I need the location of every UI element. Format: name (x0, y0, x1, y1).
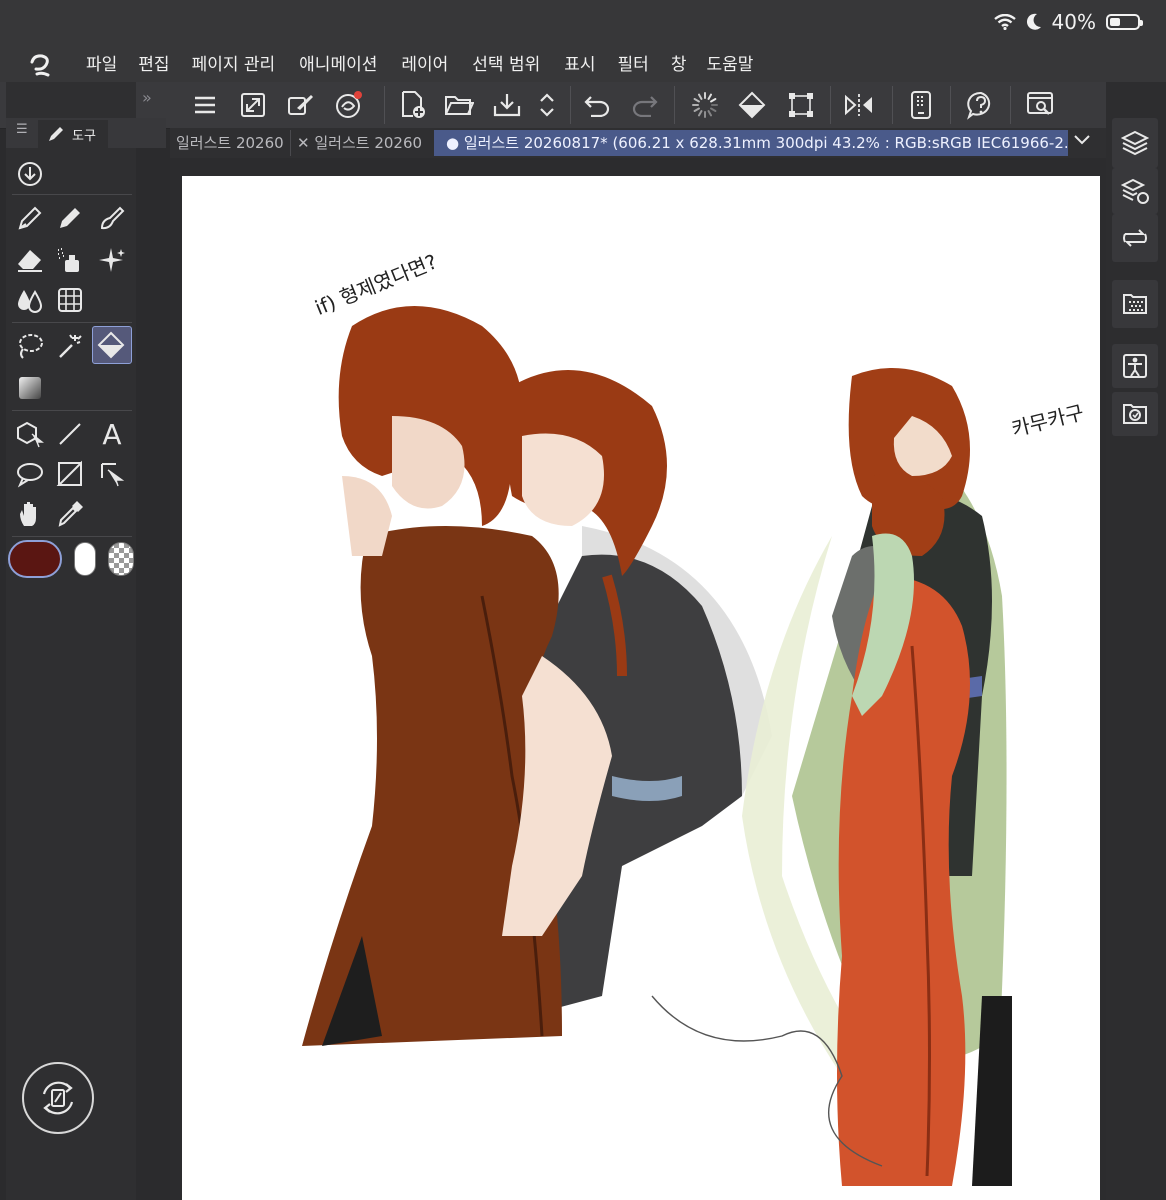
text-tool-icon[interactable]: A (94, 416, 130, 452)
save-icon[interactable] (490, 88, 524, 122)
line-tool-icon[interactable] (52, 416, 88, 452)
lasso-tool-icon[interactable] (12, 328, 48, 364)
menu-window[interactable]: 창 (671, 52, 707, 78)
tab-list-chevron-icon[interactable] (1072, 132, 1092, 151)
object-tool-icon[interactable] (12, 416, 48, 452)
menu-selection[interactable]: 선택 범위 (472, 52, 564, 78)
decoration-tool-icon[interactable] (94, 242, 130, 278)
gradient-tool-icon[interactable] (12, 370, 48, 406)
tool-tab-label: 도구 (72, 128, 96, 144)
panel-menu-icon[interactable]: ☰ (16, 122, 28, 137)
panel-divider (12, 322, 132, 323)
menu-view[interactable]: 표시 (564, 52, 617, 78)
transparent-color-swatch[interactable] (108, 542, 134, 576)
import-icon[interactable] (1112, 392, 1158, 436)
rotate-screen-button[interactable] (22, 1062, 94, 1134)
tab-label: 일러스트 20260817* (606.21 x 628.31mm 300dpi… (463, 134, 1068, 152)
drawing-canvas[interactable]: if) 형제였다면? 카무카구 (182, 176, 1100, 1200)
menu-file[interactable]: 파일 (86, 52, 138, 78)
blend-tool-icon[interactable] (12, 282, 48, 318)
figure-icon[interactable] (1112, 344, 1158, 388)
toolbar-divider (1010, 86, 1011, 124)
brush-settings-icon[interactable] (284, 88, 318, 122)
rotate-screen-icon (42, 1081, 74, 1115)
illustration (302, 306, 1012, 1186)
fill-icon[interactable] (736, 88, 770, 122)
tab-document-active[interactable]: ● 일러스트 20260817* (606.21 x 628.31mm 300d… (434, 130, 1068, 156)
tab-label: 일러스트 20260 (176, 134, 284, 152)
pencil-tool-icon[interactable] (52, 200, 88, 236)
eraser-tool-icon[interactable] (12, 242, 48, 278)
help-icon[interactable] (964, 88, 998, 122)
toolbar-divider (384, 86, 385, 124)
toolbar-divider (892, 86, 893, 124)
toolbar-divider (830, 86, 831, 124)
modified-dot-icon: ● (446, 134, 464, 152)
layers-icon[interactable] (1112, 118, 1158, 168)
toolbar-divider (950, 86, 951, 124)
menu-edit[interactable]: 편집 (138, 52, 191, 78)
pen-icon (49, 127, 63, 141)
companion-icon[interactable] (332, 88, 366, 122)
pen-tool-icon[interactable] (12, 200, 48, 236)
menu-icon[interactable] (188, 88, 222, 122)
app-logo-icon[interactable] (26, 52, 56, 80)
wifi-icon (993, 14, 1016, 30)
brush-tool-icon[interactable] (94, 200, 130, 236)
panel-divider (12, 410, 132, 411)
magic-wand-tool-icon[interactable] (52, 328, 88, 364)
menu-layer[interactable]: 레이어 (401, 52, 472, 78)
sub-color-swatch[interactable] (74, 542, 96, 576)
redo-icon[interactable] (628, 88, 662, 122)
transform-icon[interactable] (784, 88, 818, 122)
status-bar (0, 0, 1166, 48)
resize-icon[interactable] (236, 88, 270, 122)
toolbar-divider (570, 86, 571, 124)
toolbar-divider (674, 86, 675, 124)
battery-icon (1106, 14, 1143, 30)
main-color-swatch[interactable] (8, 540, 62, 578)
tool-tab[interactable]: 도구 (38, 120, 108, 148)
menu-items: 파일 편집 페이지 관리 애니메이션 레이어 선택 범위 표시 필터 창 도움말 (86, 52, 768, 78)
eyedropper-tool-icon[interactable] (52, 496, 88, 532)
grid-tool-icon[interactable] (52, 282, 88, 318)
panel-divider (12, 536, 132, 537)
menu-page-manage[interactable]: 페이지 관리 (192, 52, 300, 78)
close-icon[interactable]: ✕ (297, 134, 310, 152)
fill-tool-icon[interactable] (92, 326, 132, 364)
battery-fill (1110, 18, 1121, 26)
balloon-tool-icon[interactable] (12, 456, 48, 492)
layer-property-icon[interactable] (1112, 168, 1158, 214)
menu-filter[interactable]: 필터 (618, 52, 671, 78)
hand-tool-icon[interactable] (12, 496, 48, 532)
expand-left-icon[interactable]: » (142, 88, 152, 107)
updown-icon[interactable] (530, 88, 564, 122)
status-indicators: 40% (993, 10, 1143, 34)
pattern-icon[interactable] (1112, 280, 1158, 328)
device-icon[interactable] (904, 88, 938, 122)
menu-animation[interactable]: 애니메이션 (299, 52, 401, 78)
open-folder-icon[interactable] (442, 88, 476, 122)
undo-icon[interactable] (580, 88, 614, 122)
frame-tool-icon[interactable] (52, 456, 88, 492)
airbrush-tool-icon[interactable] (52, 242, 88, 278)
menu-help[interactable]: 도움말 (706, 52, 768, 78)
search-screen-icon[interactable] (1024, 88, 1058, 122)
record-dot (354, 91, 362, 99)
panel-divider (12, 194, 132, 195)
sub-tool-menu-icon[interactable] (12, 156, 48, 192)
tab-label: 일러스트 20260 (314, 134, 423, 152)
transfer-icon[interactable] (1112, 214, 1158, 262)
new-canvas-icon[interactable] (396, 88, 430, 122)
tab-document-2[interactable]: ✕ 일러스트 20260 (290, 130, 430, 156)
tab-document-1[interactable]: 일러스트 20260 (176, 130, 286, 156)
moon-icon (1026, 13, 1041, 30)
battery-percentage: 40% (1051, 10, 1096, 34)
flip-icon[interactable] (842, 88, 876, 122)
loading-icon[interactable] (688, 88, 722, 122)
ruler-tool-icon[interactable] (94, 456, 130, 492)
